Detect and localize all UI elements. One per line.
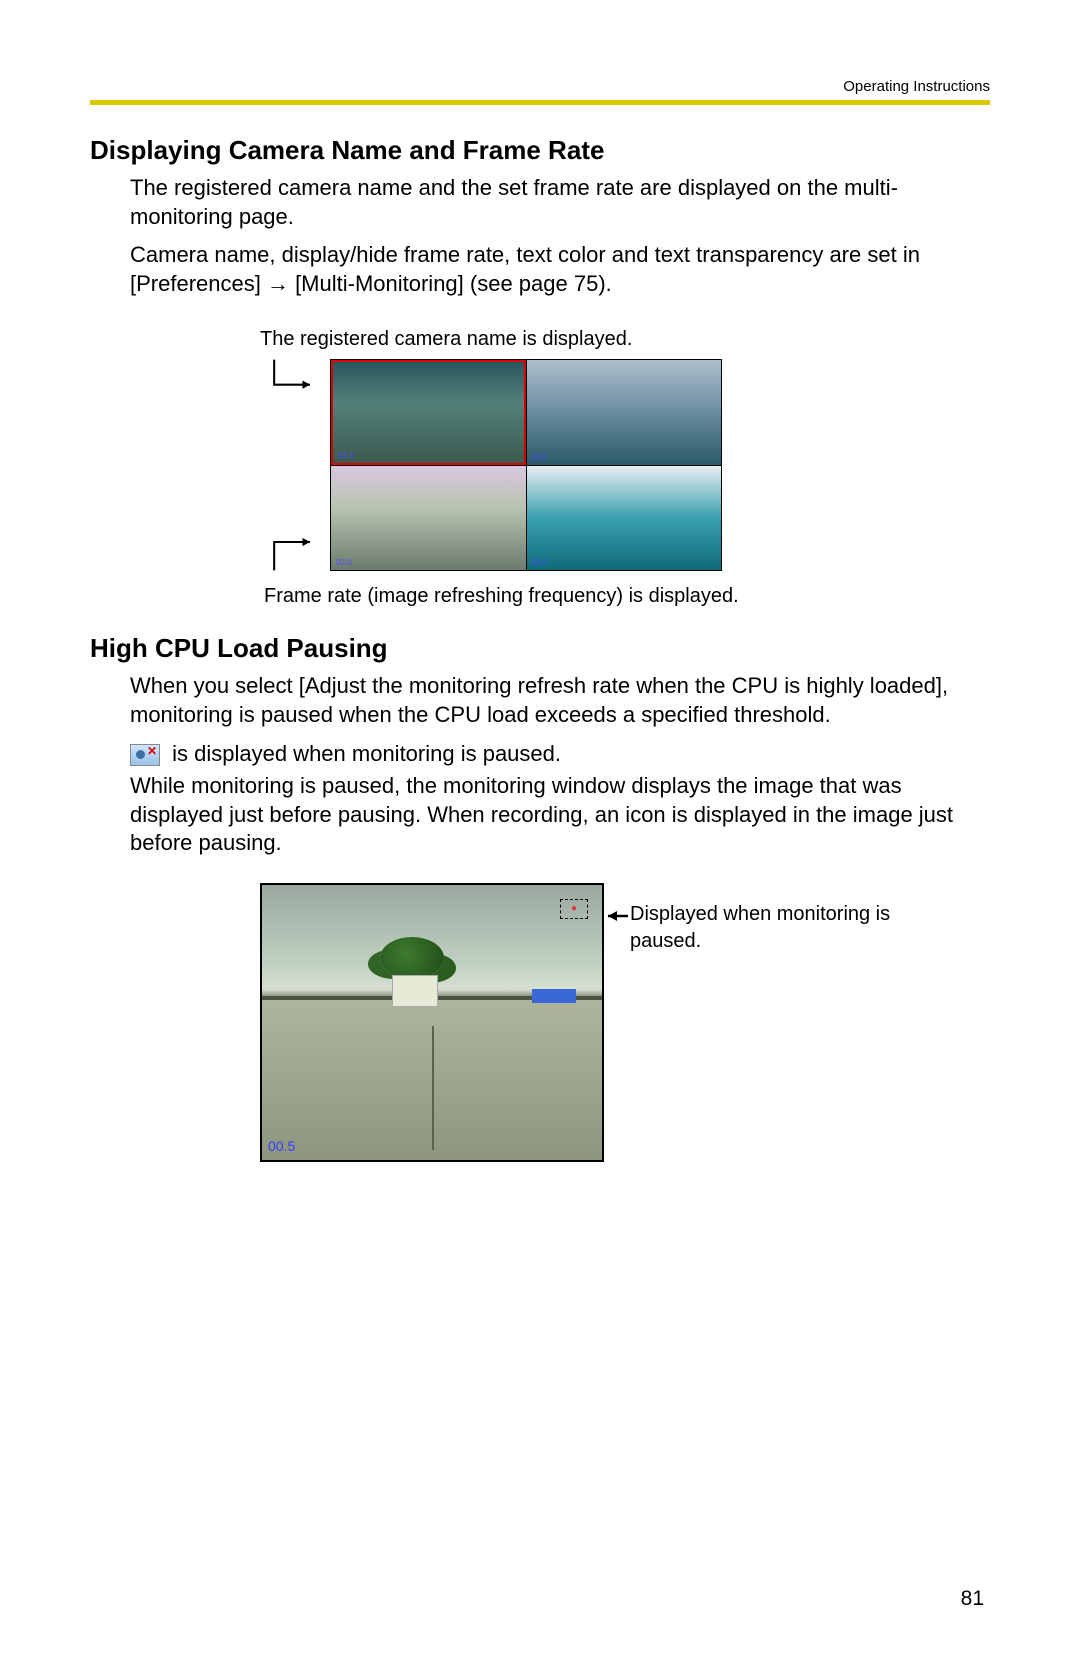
body-paragraph: While monitoring is paused, the monitori…: [130, 772, 990, 858]
camera-tile: 02.0: [527, 466, 722, 571]
camera-grid: 04.3 02.0 02.0 02.0: [330, 359, 722, 571]
figure-callout: Displayed when monitoring is paused.: [630, 901, 960, 955]
pointer-arrow-icon: [270, 522, 320, 572]
scene-cabinet: [262, 996, 602, 1160]
scene-plant: [372, 937, 452, 1007]
figure-caption-bottom: Frame rate (image refreshing frequency) …: [264, 585, 820, 608]
header: Operating Instructions: [90, 100, 990, 105]
body-text-span: is displayed when monitoring is paused.: [166, 741, 561, 766]
pointer-arrow-icon: [270, 358, 320, 408]
page: Operating Instructions Displaying Camera…: [0, 0, 1080, 1669]
frame-rate-osd: 02.0: [334, 558, 354, 567]
body-paragraph: The registered camera name and the set f…: [130, 174, 990, 231]
camera-tile: 02.0: [527, 360, 722, 465]
body-paragraph: When you select [Adjust the monitoring r…: [130, 672, 990, 729]
figure-paused-monitor: ● 00.5 Displayed when monitoring is paus…: [260, 883, 960, 1162]
figure-multi-monitor: The registered camera name is displayed.…: [260, 328, 820, 608]
frame-rate-osd: 00.5: [268, 1138, 295, 1154]
body-paragraph: is displayed when monitoring is paused.: [130, 740, 990, 769]
frame-rate-osd: 04.3: [336, 451, 356, 460]
section-heading-high-cpu: High CPU Load Pausing: [90, 633, 990, 664]
scene-box: [532, 989, 576, 1003]
section-heading-displaying: Displaying Camera Name and Frame Rate: [90, 135, 990, 166]
frame-rate-osd: 02.0: [530, 558, 550, 567]
camera-snapshot: ● 00.5: [260, 883, 604, 1162]
page-number: 81: [961, 1587, 984, 1611]
header-rule: [90, 100, 990, 105]
body-paragraph: Camera name, display/hide frame rate, te…: [130, 241, 990, 298]
figure-caption-top: The registered camera name is displayed.: [260, 328, 820, 351]
pause-icon: [130, 744, 160, 766]
pointer-arrow-icon: [602, 909, 628, 923]
header-label: Operating Instructions: [843, 78, 990, 95]
camera-tile: 04.3: [331, 360, 526, 465]
pause-overlay-icon: ●: [560, 899, 588, 919]
frame-rate-osd: 02.0: [530, 453, 550, 462]
camera-tile: 02.0: [331, 466, 526, 571]
